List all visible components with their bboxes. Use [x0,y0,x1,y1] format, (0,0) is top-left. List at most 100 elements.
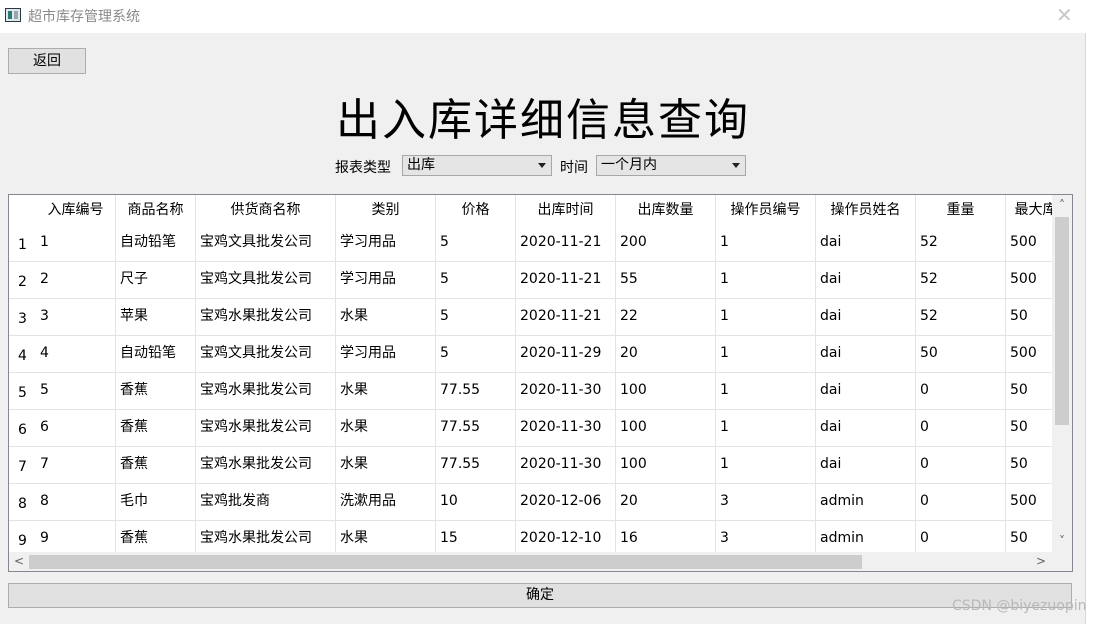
scroll-right-icon[interactable]: > [1033,553,1049,569]
table-cell[interactable]: 2020-11-30 [516,373,616,410]
table-cell[interactable]: 2020-12-06 [516,484,616,521]
table-cell[interactable]: 宝鸡文具批发公司 [196,262,336,299]
horizontal-scrollbar[interactable]: < > [9,552,1052,571]
table-cell[interactable]: dai [816,410,916,447]
table-cell[interactable]: 1 [716,336,816,373]
table-cell[interactable]: 水果 [336,447,436,484]
table-cell[interactable]: 52 [916,299,1006,336]
confirm-button[interactable]: 确定 [8,583,1072,608]
table-cell[interactable]: 宝鸡水果批发公司 [196,410,336,447]
row-header[interactable]: 2 [9,262,36,299]
scroll-left-icon[interactable]: < [11,553,27,569]
table-cell[interactable]: 20 [616,336,716,373]
table-cell[interactable]: 7 [36,447,116,484]
column-header[interactable]: 入库编号 [36,195,116,225]
table-cell[interactable]: 2020-11-30 [516,410,616,447]
column-header[interactable]: 重量 [916,195,1006,225]
table-cell[interactable]: 8 [36,484,116,521]
table-cell[interactable]: 10 [436,484,516,521]
table-cell[interactable]: 宝鸡水果批发公司 [196,447,336,484]
table-cell[interactable]: 宝鸡水果批发公司 [196,299,336,336]
table-cell[interactable]: 香蕉 [116,373,196,410]
table-cell[interactable]: 宝鸡文具批发公司 [196,336,336,373]
table-cell[interactable]: 20 [616,484,716,521]
table-cell[interactable]: 22 [616,299,716,336]
table-cell[interactable]: 宝鸡水果批发公司 [196,373,336,410]
column-header[interactable]: 操作员姓名 [816,195,916,225]
column-header[interactable]: 出库时间 [516,195,616,225]
table-cell[interactable]: 苹果 [116,299,196,336]
table-cell[interactable]: 5 [36,373,116,410]
column-header[interactable]: 类别 [336,195,436,225]
column-header[interactable]: 供货商名称 [196,195,336,225]
table-cell[interactable]: 0 [916,484,1006,521]
table-cell[interactable]: dai [816,336,916,373]
back-button[interactable]: 返回 [8,48,86,74]
table-cell[interactable]: 52 [916,225,1006,262]
table-cell[interactable]: dai [816,299,916,336]
row-header[interactable]: 4 [9,336,36,373]
table-cell[interactable]: dai [816,447,916,484]
table-cell[interactable]: 100 [616,447,716,484]
table-cell[interactable]: 1 [716,299,816,336]
table-cell[interactable]: 1 [716,225,816,262]
column-header[interactable]: 操作员编号 [716,195,816,225]
table-cell[interactable]: 55 [616,262,716,299]
row-header[interactable]: 6 [9,410,36,447]
close-icon[interactable]: ✕ [1056,3,1073,27]
table-cell[interactable]: 尺子 [116,262,196,299]
row-header[interactable]: 3 [9,299,36,336]
table-cell[interactable]: dai [816,225,916,262]
table-cell[interactable]: 香蕉 [116,410,196,447]
table-cell[interactable]: 4 [36,336,116,373]
table-cell[interactable]: dai [816,373,916,410]
report-type-select[interactable]: 出库 [402,155,552,176]
row-header[interactable]: 8 [9,484,36,521]
table-cell[interactable]: 5 [436,299,516,336]
table-cell[interactable]: 100 [616,410,716,447]
table-cell[interactable]: 50 [916,336,1006,373]
row-header[interactable]: 5 [9,373,36,410]
table-cell[interactable]: 2020-11-21 [516,299,616,336]
scroll-up-icon[interactable]: ˄ [1054,197,1070,213]
table-cell[interactable]: 2020-11-30 [516,447,616,484]
table-cell[interactable]: 1 [716,447,816,484]
table-cell[interactable]: 2 [36,262,116,299]
table-cell[interactable]: 6 [36,410,116,447]
column-header[interactable]: 商品名称 [116,195,196,225]
table-cell[interactable]: 2020-11-21 [516,225,616,262]
row-header[interactable]: 1 [9,225,36,262]
table-cell[interactable]: dai [816,262,916,299]
table-cell[interactable]: 毛巾 [116,484,196,521]
table-cell[interactable]: 0 [916,410,1006,447]
table-cell[interactable]: 5 [436,262,516,299]
vertical-scrollbar[interactable]: ˄ ˅ [1052,195,1072,553]
column-header[interactable]: 出库数量 [616,195,716,225]
table-cell[interactable]: 水果 [336,299,436,336]
table-cell[interactable]: 52 [916,262,1006,299]
time-range-select[interactable]: 一个月内 [596,155,746,176]
table-cell[interactable]: 3 [716,484,816,521]
table-cell[interactable]: 自动铅笔 [116,336,196,373]
table-cell[interactable]: 77.55 [436,410,516,447]
table-cell[interactable]: admin [816,484,916,521]
table-cell[interactable]: 2020-11-29 [516,336,616,373]
column-header[interactable]: 价格 [436,195,516,225]
row-header[interactable]: 7 [9,447,36,484]
table-cell[interactable]: 水果 [336,373,436,410]
table-cell[interactable]: 学习用品 [336,225,436,262]
table-cell[interactable]: 2020-11-21 [516,262,616,299]
table-cell[interactable]: 1 [716,373,816,410]
table-cell[interactable]: 5 [436,336,516,373]
vertical-scroll-thumb[interactable] [1055,217,1069,425]
table-cell[interactable]: 香蕉 [116,447,196,484]
table-cell[interactable]: 77.55 [436,447,516,484]
table-cell[interactable]: 0 [916,373,1006,410]
table-cell[interactable]: 学习用品 [336,336,436,373]
table-cell[interactable]: 200 [616,225,716,262]
table-cell[interactable]: 宝鸡批发商 [196,484,336,521]
records-table[interactable]: 入库编号 商品名称 供货商名称 类别 价格 出库时间 出库数量 操作员编号 操作员姓名 重量 最大库… [8,194,1073,572]
table-cell[interactable]: 宝鸡文具批发公司 [196,225,336,262]
horizontal-scroll-thumb[interactable] [29,555,862,569]
table-cell[interactable]: 77.55 [436,373,516,410]
